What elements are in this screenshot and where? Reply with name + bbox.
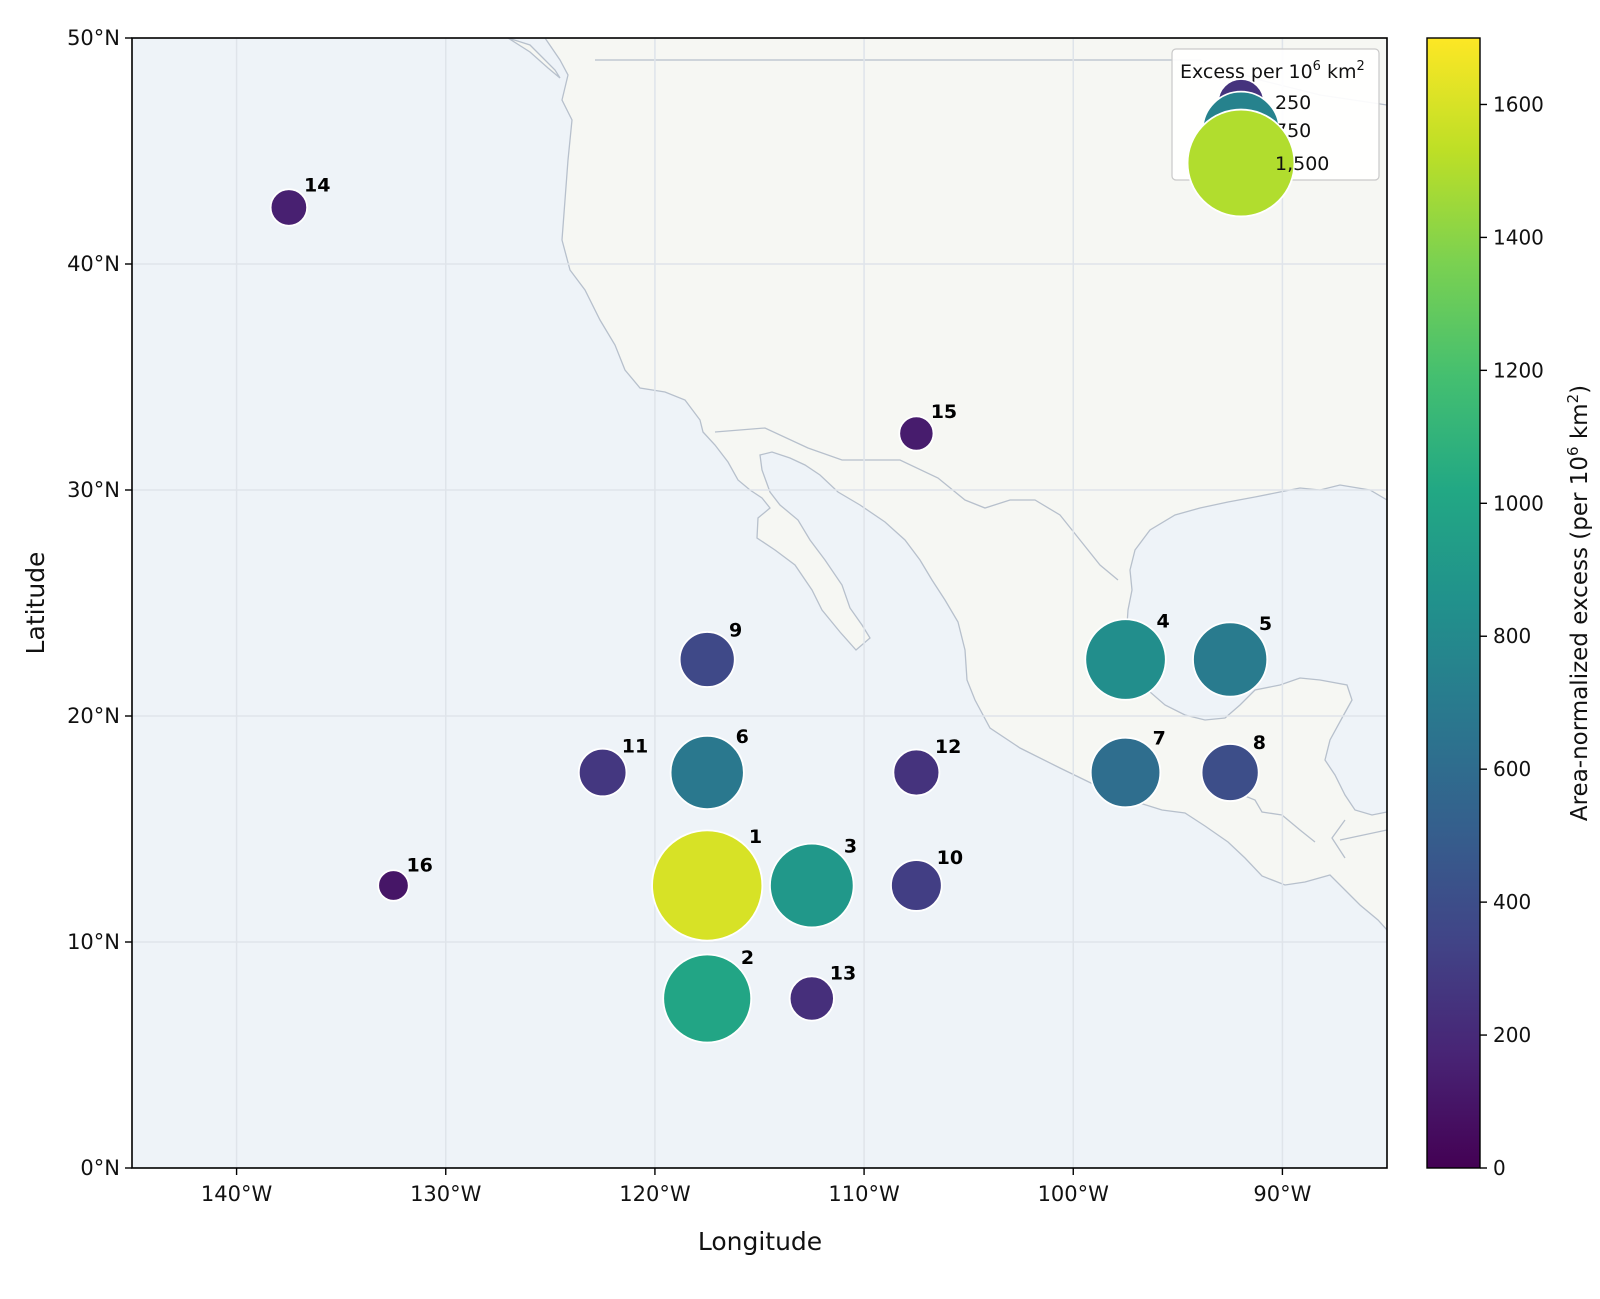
colorbar-gradient [1426,37,1481,1169]
data-point-8 [1200,743,1260,802]
point-label-8: 8 [1253,732,1266,754]
data-point-7 [1089,736,1162,809]
x-tick-label: 140°W [201,1182,273,1206]
colorbar-tick-label: 400 [1493,890,1531,914]
x-tick-label: 130°W [410,1182,482,1206]
colorbar-tick-label: 1600 [1493,92,1544,116]
x-tick-label: 100°W [1038,1182,1110,1206]
colorbar-tick-label: 600 [1493,757,1531,781]
point-label-11: 11 [622,735,648,757]
colorbar-label: Area-normalized excess (per 106 km2) [1564,385,1593,821]
data-point-3 [769,842,855,929]
y-axis-label: Latitude [21,552,50,655]
point-label-1: 1 [749,826,762,848]
data-point-13 [788,975,835,1022]
map-figure: 1 2 3 4 5 6 7 8 9 10 11 12 13 14 15 16 140°W 130°W 120°W 1… [0,0,1600,1295]
map-svg: 1234 56 7 891011 1213141516 140°W 130°W 120°W 1… [21,26,1593,1256]
y-tick-label: 50°N [67,26,120,50]
point-label-15: 15 [931,401,957,423]
point-label-4: 4 [1157,611,1170,633]
point-label-9: 9 [729,620,742,642]
colorbar-tick-label: 800 [1493,624,1531,648]
y-tick-label: 30°N [67,478,120,502]
data-point-15 [898,415,935,452]
colorbar-tick-label: 0 [1493,1156,1506,1180]
data-point-2 [662,953,753,1044]
colorbar-ticks: 0 200 400 600 800 1000 1200 1400 1600 [1480,92,1544,1180]
x-tick-label: 110°W [828,1182,900,1206]
point-label-7: 7 [1153,727,1166,749]
point-label-6: 6 [736,726,749,748]
size-legend-label: 1,500 [1275,153,1329,175]
point-label-3: 3 [844,835,857,857]
data-point-9 [678,631,736,688]
data-point-11 [577,747,628,798]
colorbar-tick-label: 200 [1493,1023,1531,1047]
colorbar-tick-label: 1200 [1493,358,1544,382]
data-point-16 [377,869,410,902]
data-point-6 [669,734,745,811]
y-tick-label: 10°N [67,930,120,954]
x-tick-label: 90°W [1253,1182,1311,1206]
x-tick-label: 120°W [619,1182,691,1206]
point-label-12: 12 [935,736,961,758]
data-point-4 [1084,618,1167,701]
y-tick-label: 20°N [67,704,120,728]
point-label-5: 5 [1259,613,1272,635]
colorbar-tick-label: 1400 [1493,225,1544,249]
y-tick-label: 0°N [80,1156,120,1180]
point-label-16: 16 [406,854,432,876]
point-label-13: 13 [830,963,856,985]
point-label-2: 2 [741,947,754,969]
data-point-10 [890,859,943,912]
y-tick-label: 40°N [67,252,120,276]
colorbar-tick-label: 1000 [1493,491,1544,515]
colorbar: 0 200 400 600 800 1000 1200 1400 1600 Area-norma… [1426,37,1593,1180]
point-label-10: 10 [937,847,963,869]
data-point-1 [651,829,764,942]
data-point-12 [892,748,941,797]
data-point-14 [269,188,309,227]
data-point-5 [1192,621,1269,698]
point-label-14: 14 [304,174,330,196]
x-axis-label: Longitude [698,1227,822,1256]
size-legend-title: Excess per 106 km2 [1180,59,1365,83]
size-legend-label: 250 [1275,92,1311,114]
